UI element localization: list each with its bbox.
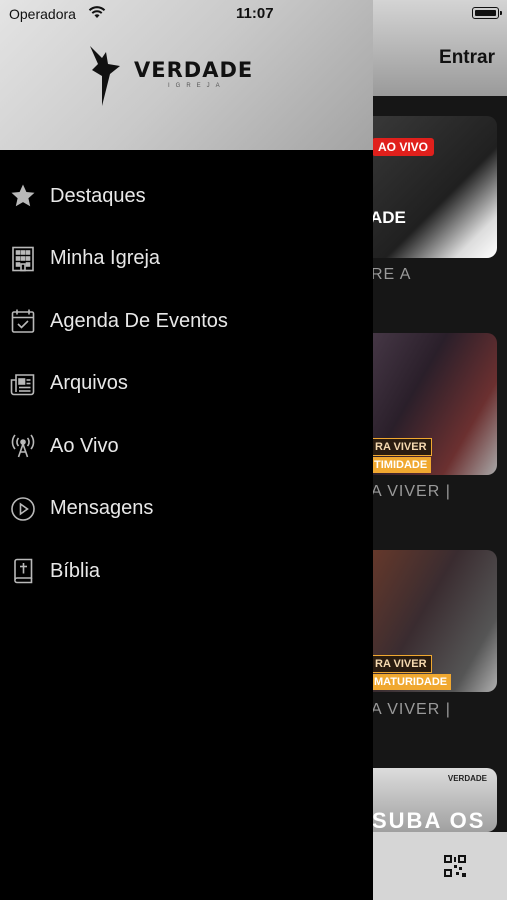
calendar-check-icon — [10, 308, 36, 334]
qr-code-icon[interactable] — [444, 855, 466, 877]
menu-item-mensagens[interactable]: Mensagens — [0, 478, 373, 541]
menu-label: Bíblia — [50, 559, 101, 582]
card-logo: VERDADE — [447, 774, 487, 783]
menu-item-arquivos[interactable]: Arquivos — [0, 353, 373, 416]
broadcast-tower-icon — [10, 433, 36, 459]
card-strip: RA VIVER — [370, 438, 432, 456]
card-caption[interactable]: RE A — [371, 266, 411, 284]
feed-card[interactable]: RA VIVER MATURIDADE — [360, 550, 497, 692]
carrier-label: Operadora — [9, 6, 76, 22]
church-logo: VERDADE IGREJA — [88, 44, 288, 108]
menu-label: Ao Vivo — [50, 434, 119, 457]
bible-icon — [10, 558, 36, 584]
live-badge: AO VIVO — [372, 138, 435, 156]
play-circle-icon — [10, 496, 36, 522]
feed-card[interactable]: VERDADE SUBA OS — [360, 768, 497, 832]
login-button[interactable]: Entrar — [439, 47, 495, 69]
menu-item-biblia[interactable]: Bíblia — [0, 540, 373, 603]
card-strip: RA VIVER — [370, 655, 432, 673]
card-title: SUBA OS — [372, 808, 486, 832]
menu-label: Destaques — [50, 184, 146, 207]
card-caption[interactable]: A VIVER | — [371, 483, 451, 501]
menu-item-ao-vivo[interactable]: Ao Vivo — [0, 415, 373, 478]
menu-label: Mensagens — [50, 497, 154, 520]
status-bar: Operadora 11:07 — [0, 0, 507, 26]
navigation-drawer: VERDADE IGREJA Destaques Minha Igreja Ag… — [0, 0, 373, 900]
battery-icon — [472, 7, 502, 19]
menu-item-destaques[interactable]: Destaques — [0, 165, 373, 228]
drawer-menu: Destaques Minha Igreja Agenda De Eventos… — [0, 165, 373, 603]
feed-card[interactable]: AO VIVO ADE — [360, 116, 497, 258]
logo-mark-icon — [90, 46, 120, 106]
status-time: 11:07 — [236, 5, 274, 22]
menu-item-minha-igreja[interactable]: Minha Igreja — [0, 228, 373, 291]
feed-card[interactable]: RA VIVER TIMIDADE — [360, 333, 497, 475]
newspaper-icon — [10, 371, 36, 397]
menu-label: Arquivos — [50, 372, 128, 395]
building-icon — [10, 246, 36, 272]
menu-label: Minha Igreja — [50, 247, 161, 270]
star-icon — [10, 183, 36, 209]
card-strip: MATURIDADE — [370, 674, 452, 690]
menu-label: Agenda De Eventos — [50, 309, 228, 332]
logo-subtitle: IGREJA — [168, 83, 226, 89]
card-strip: TIMIDADE — [370, 457, 432, 473]
wifi-icon — [88, 6, 106, 18]
logo-text: VERDADE — [134, 58, 254, 82]
menu-item-agenda-de-eventos[interactable]: Agenda De Eventos — [0, 290, 373, 353]
card-caption[interactable]: A VIVER | — [371, 701, 451, 719]
card-title: ADE — [370, 208, 406, 227]
